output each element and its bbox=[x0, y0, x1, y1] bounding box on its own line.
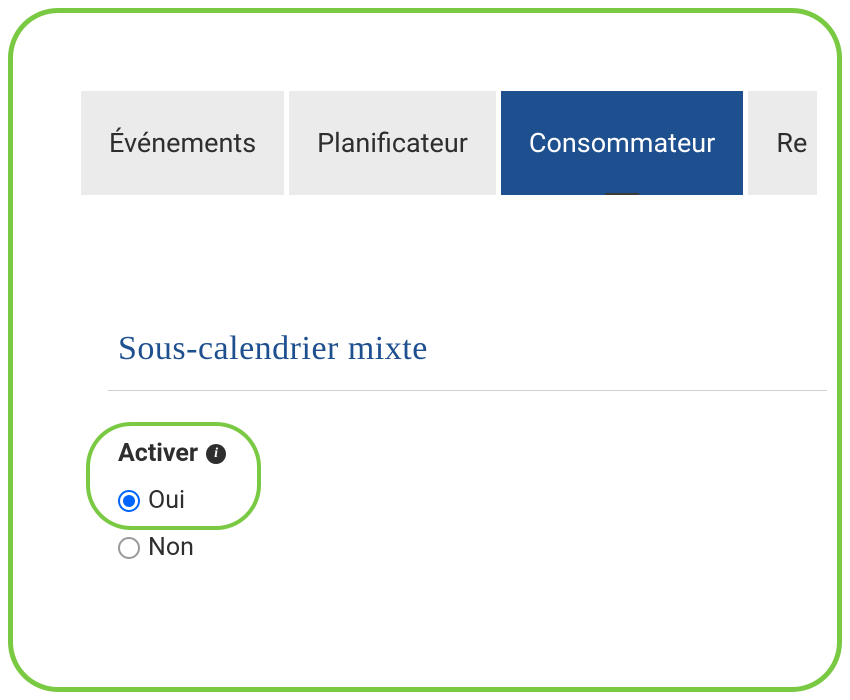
tab-evenements[interactable]: Événements bbox=[81, 91, 284, 195]
tab-planificateur[interactable]: Planificateur bbox=[289, 91, 496, 195]
info-icon[interactable]: i bbox=[206, 444, 226, 464]
field-activer: Activer i Oui Non bbox=[100, 439, 827, 562]
radio-label-non: Non bbox=[148, 533, 194, 562]
radio-dot-icon bbox=[123, 495, 135, 507]
section-divider bbox=[108, 390, 827, 391]
radio-option-non[interactable]: Non bbox=[118, 533, 827, 562]
field-label-activer: Activer bbox=[118, 439, 198, 468]
tab-partial[interactable]: Re bbox=[748, 91, 817, 195]
radio-input-non[interactable] bbox=[118, 537, 140, 559]
field-label-row: Activer i bbox=[118, 439, 827, 468]
section-sous-calendrier: Sous-calendrier mixte Activer i Oui Non bbox=[118, 330, 827, 562]
tab-consommateur[interactable]: Consommateur bbox=[501, 91, 743, 195]
radio-input-oui[interactable] bbox=[118, 490, 140, 512]
radio-label-oui: Oui bbox=[148, 486, 185, 515]
tabs-container: Événements Planificateur Consommateur Re bbox=[81, 91, 837, 195]
radio-option-oui[interactable]: Oui bbox=[118, 486, 827, 515]
section-title: Sous-calendrier mixte bbox=[118, 330, 827, 368]
content-wrapper: Événements Planificateur Consommateur Re… bbox=[13, 91, 837, 562]
annotation-highlight-outer: Événements Planificateur Consommateur Re… bbox=[8, 8, 842, 692]
